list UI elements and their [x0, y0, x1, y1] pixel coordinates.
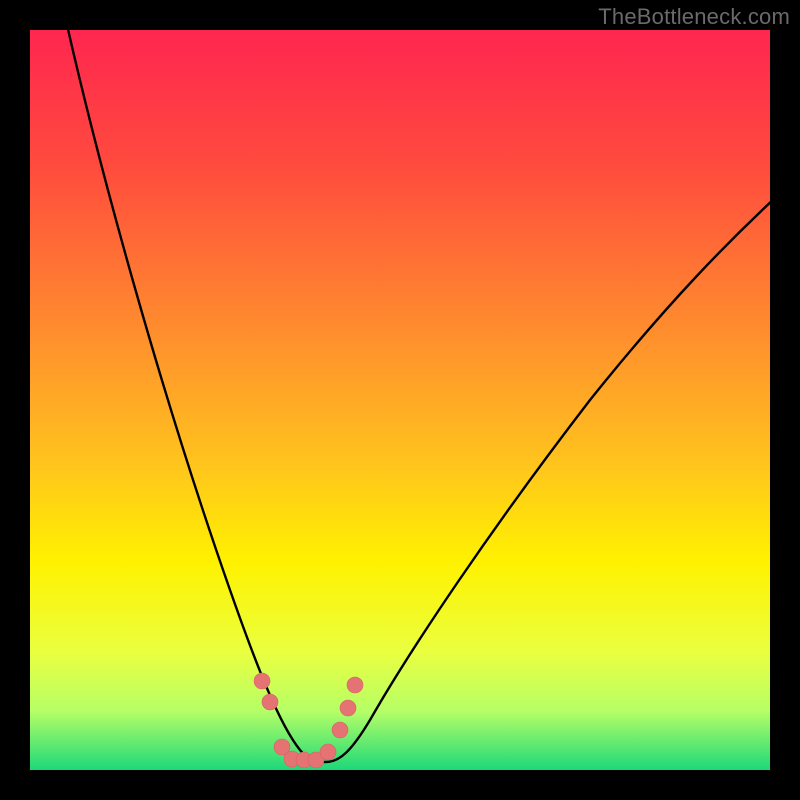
chart-frame: TheBottleneck.com [0, 0, 800, 800]
chart-svg [30, 30, 770, 770]
watermark-label: TheBottleneck.com [598, 4, 790, 30]
plot-area [30, 30, 770, 770]
gradient-bg [30, 30, 770, 770]
